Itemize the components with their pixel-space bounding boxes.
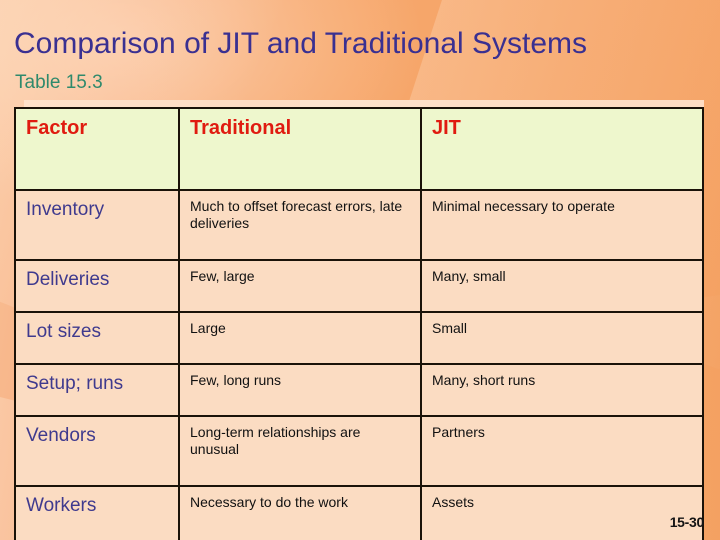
- cell-jit: Many, short runs: [420, 363, 704, 417]
- slide-number: 15-30: [669, 514, 705, 530]
- column-header-factor: Factor: [14, 107, 180, 191]
- comparison-table-container: Factor Traditional JIT Inventory Much to…: [14, 107, 704, 540]
- table-body: Inventory Much to offset forecast errors…: [14, 189, 704, 540]
- cell-factor: Lot sizes: [14, 311, 180, 365]
- cell-factor: Setup; runs: [14, 363, 180, 417]
- table-row: Deliveries Few, large Many, small: [14, 259, 704, 313]
- cell-traditional: Large: [178, 311, 422, 365]
- column-header-jit: JIT: [420, 107, 704, 191]
- slide-title: Comparison of JIT and Traditional System…: [14, 27, 588, 60]
- cell-jit: Many, small: [420, 259, 704, 313]
- cell-factor: Workers: [14, 485, 180, 540]
- cell-traditional: Much to offset forecast errors, late del…: [178, 189, 422, 261]
- slide-canvas: Comparison of JIT and Traditional System…: [0, 0, 720, 540]
- cell-jit: Assets: [420, 485, 704, 540]
- table-header-row: Factor Traditional JIT: [14, 107, 704, 191]
- cell-traditional: Long-term relationships are unusual: [178, 415, 422, 487]
- table-header: Factor Traditional JIT: [14, 107, 704, 191]
- cell-traditional: Few, long runs: [178, 363, 422, 417]
- table-row: Workers Necessary to do the work Assets: [14, 485, 704, 540]
- table-row: Inventory Much to offset forecast errors…: [14, 189, 704, 261]
- table-row: Setup; runs Few, long runs Many, short r…: [14, 363, 704, 417]
- cell-jit: Minimal necessary to operate: [420, 189, 704, 261]
- table-row: Lot sizes Large Small: [14, 311, 704, 365]
- cell-jit: Partners: [420, 415, 704, 487]
- table-row: Vendors Long-term relationships are unus…: [14, 415, 704, 487]
- cell-traditional: Necessary to do the work: [178, 485, 422, 540]
- cell-traditional: Few, large: [178, 259, 422, 313]
- cell-factor: Deliveries: [14, 259, 180, 313]
- cell-jit: Small: [420, 311, 704, 365]
- cell-factor: Inventory: [14, 189, 180, 261]
- column-header-traditional: Traditional: [178, 107, 422, 191]
- slide-subtitle: Table 15.3: [15, 72, 103, 93]
- comparison-table: Factor Traditional JIT Inventory Much to…: [14, 107, 704, 540]
- cell-factor: Vendors: [14, 415, 180, 487]
